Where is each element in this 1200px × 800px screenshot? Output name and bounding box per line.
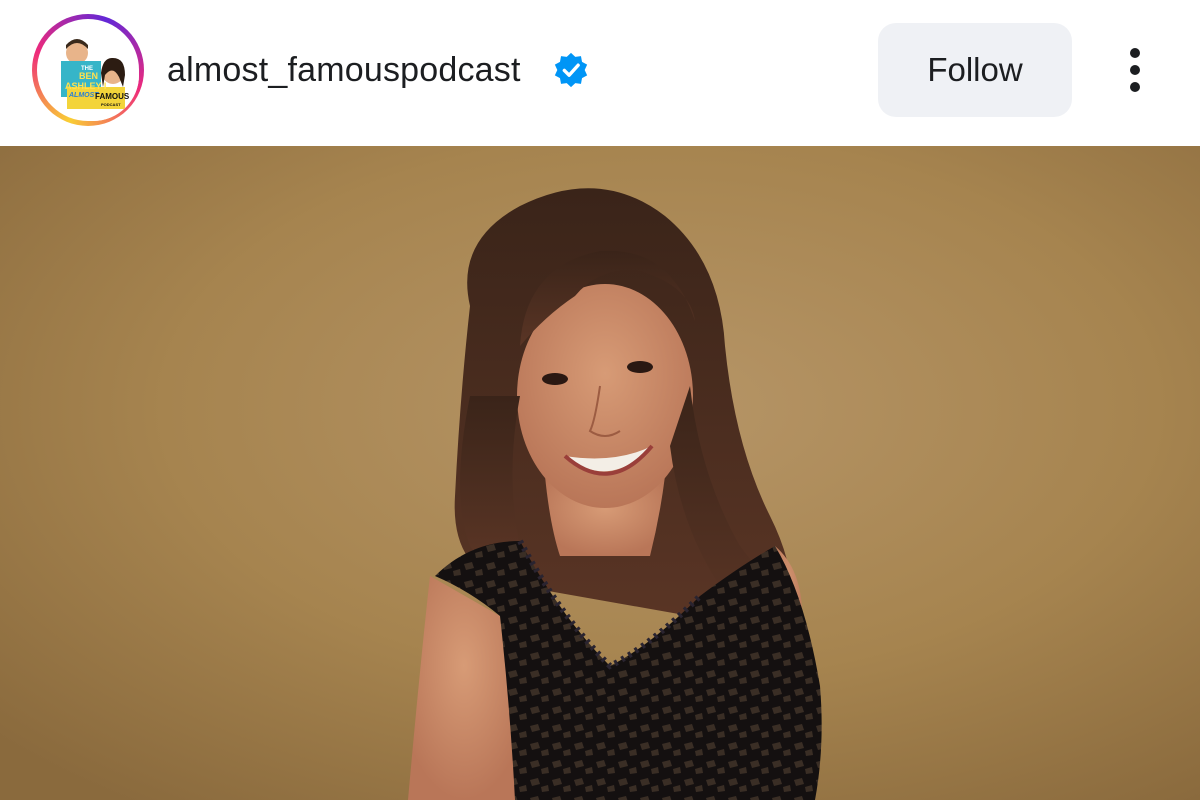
portrait-image (0, 146, 1200, 800)
svg-text:ASHLEY I: ASHLEY I (65, 81, 106, 91)
svg-text:FAMOUS: FAMOUS (95, 92, 130, 101)
username[interactable]: almost_famouspodcast (167, 50, 521, 90)
svg-text:PODCAST: PODCAST (101, 102, 121, 107)
story-ring[interactable]: THE BEN ASHLEY I ALMOST FAMOUS PODCAST (32, 14, 144, 126)
more-options-icon[interactable] (1112, 40, 1158, 100)
post-header: THE BEN ASHLEY I ALMOST FAMOUS PODCAST a… (0, 0, 1200, 146)
follow-button[interactable]: Follow (878, 23, 1072, 117)
svg-text:BEN: BEN (79, 71, 98, 81)
avatar[interactable]: THE BEN ASHLEY I ALMOST FAMOUS PODCAST (47, 29, 139, 121)
podcast-logo-icon: THE BEN ASHLEY I ALMOST FAMOUS PODCAST (47, 29, 139, 121)
post-photo[interactable] (0, 146, 1200, 800)
verified-badge-icon (554, 52, 588, 88)
